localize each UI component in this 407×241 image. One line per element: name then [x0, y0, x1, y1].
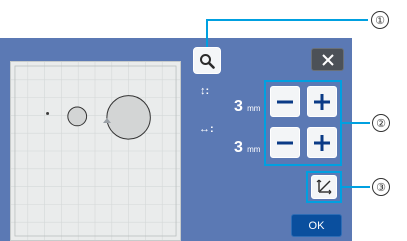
height-value-display: 3 mm [234, 98, 260, 116]
zoom-button[interactable] [193, 47, 221, 74]
medium-circle [67, 106, 88, 127]
width-unit: mm [247, 145, 261, 154]
callout-line-3 [342, 186, 370, 188]
width-value: 3 [234, 139, 243, 156]
width-decrease-button[interactable] [270, 127, 300, 158]
plus-icon [314, 134, 330, 151]
width-value-display: 3 mm [234, 139, 260, 157]
close-icon [321, 53, 334, 66]
mat-preview [10, 61, 181, 241]
minus-icon [277, 141, 293, 144]
mat-grid [11, 62, 180, 240]
height-icon: ↕: [200, 85, 210, 97]
small-circle [46, 111, 50, 115]
width-increase-button[interactable] [307, 127, 337, 158]
large-circle [106, 95, 151, 140]
minus-icon [277, 100, 293, 103]
callout-connector-1 [206, 19, 208, 47]
callout-number-2: ② [372, 114, 390, 132]
callout-number-1: ① [371, 11, 389, 29]
magnifier-icon [200, 53, 215, 69]
callout-number-3: ③ [372, 178, 390, 196]
height-decrease-button[interactable] [270, 86, 300, 117]
height-unit: mm [247, 104, 261, 113]
aspect-ratio-lock-icon [316, 179, 332, 195]
height-value: 3 [234, 98, 243, 115]
size-adjust-screen-figure: ↕: 3 mm ↔: 3 mm OK ① ② ③ [0, 0, 407, 241]
plus-icon [314, 93, 330, 110]
close-button[interactable] [311, 48, 344, 71]
height-increase-button[interactable] [307, 86, 337, 117]
callout-line-2 [342, 122, 370, 124]
aspect-ratio-button[interactable] [311, 175, 337, 199]
ok-button[interactable]: OK [291, 214, 342, 237]
callout-line-1 [207, 19, 368, 21]
width-icon: ↔: [199, 123, 214, 135]
mat-feed-arrow-icon [103, 118, 111, 123]
